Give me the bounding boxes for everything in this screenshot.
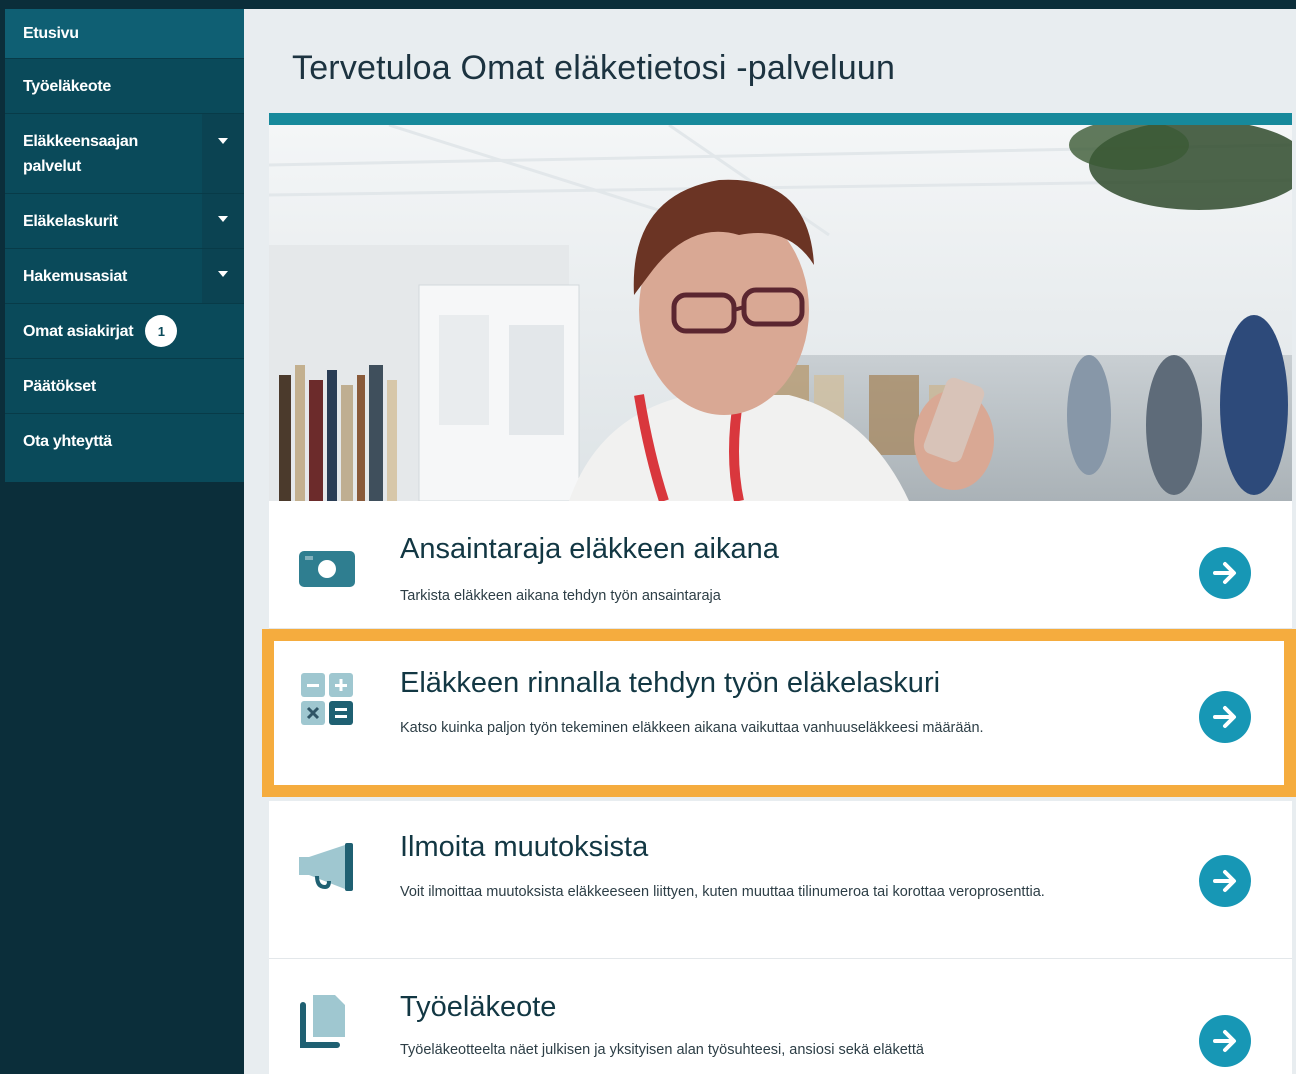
hero-image	[269, 125, 1292, 501]
card-elakelaskuri[interactable]: Eläkkeen rinnalla tehdyn työn eläkelasku…	[269, 629, 1292, 793]
arrow-right-icon[interactable]	[1199, 855, 1251, 907]
card-tyoelakeote[interactable]: Työeläkeote Työeläkeotteelta näet julkis…	[269, 959, 1292, 1074]
hero-accent-bar	[269, 113, 1292, 125]
card-ilmoita-muutoksista[interactable]: Ilmoita muutoksista Voit ilmoittaa muuto…	[269, 793, 1292, 959]
sidebar-item-tyoelakeote[interactable]: Työeläkeote	[5, 59, 244, 114]
notification-badge: 1	[145, 315, 178, 347]
sidebar-item-label: Etusivu	[23, 25, 79, 42]
arrow-right-icon[interactable]	[1199, 547, 1251, 599]
chevron-down-icon[interactable]	[202, 114, 244, 193]
card-title: Työeläkeote	[400, 991, 557, 1023]
sidebar-item-label: Eläkelaskurit	[23, 212, 118, 230]
sidebar-item-label: Ota yhteyttä	[23, 433, 112, 450]
chevron-down-icon[interactable]	[202, 249, 244, 303]
sidebar-item-label-line2: palvelut	[23, 157, 82, 175]
sidebar-item-elakkeensaajan-palvelut[interactable]: Eläkkeensaajan palvelut	[5, 114, 244, 194]
sidebar-item-elakelaskurit[interactable]: Eläkelaskurit	[5, 194, 244, 249]
card-description: Tarkista eläkkeen aikana tehdyn työn ans…	[400, 588, 721, 604]
sidebar-item-etusivu[interactable]: Etusivu	[5, 9, 244, 59]
money-icon	[297, 541, 357, 597]
sidebar-item-label: Päätökset	[23, 377, 96, 395]
chevron-down-icon[interactable]	[202, 194, 244, 248]
main-content: Tervetuloa Omat eläketietosi -palveluun	[244, 9, 1296, 1074]
sidebar-item-label: Omat asiakirjat	[23, 322, 134, 340]
sidebar-item-label-line1: Eläkkeensaajan	[23, 132, 138, 150]
card-ansaintaraja[interactable]: Ansaintaraja eläkkeen aikana Tarkista el…	[269, 501, 1292, 629]
card-title: Ansaintaraja eläkkeen aikana	[400, 533, 779, 565]
megaphone-icon	[297, 843, 357, 899]
service-cards: Ansaintaraja eläkkeen aikana Tarkista el…	[269, 501, 1292, 1074]
card-title: Ilmoita muutoksista	[400, 831, 649, 863]
arrow-right-icon[interactable]	[1199, 691, 1251, 743]
card-description: Katso kuinka paljon työn tekeminen eläkk…	[400, 720, 984, 736]
sidebar-item-hakemusasiat[interactable]: Hakemusasiat	[5, 249, 244, 304]
arrow-right-icon[interactable]	[1199, 1015, 1251, 1067]
sidebar-item-label: Eläkkeensaajan palvelut	[23, 129, 138, 179]
sidebar-item-ota-yhteytta[interactable]: Ota yhteyttä	[5, 414, 244, 469]
sidebar-item-label: Työeläkeote	[23, 77, 111, 95]
sidebar-item-label: Hakemusasiat	[23, 267, 128, 285]
documents-icon	[297, 993, 357, 1049]
sidebar-item-omat-asiakirjat[interactable]: Omat asiakirjat 1	[5, 304, 244, 359]
sidebar-nav: Etusivu Työeläkeote Eläkkeensaajan palve…	[5, 9, 244, 482]
card-description: Voit ilmoittaa muutoksista eläkkeeseen l…	[400, 884, 1045, 900]
sidebar-item-paatokset[interactable]: Päätökset	[5, 359, 244, 414]
card-title: Eläkkeen rinnalla tehdyn työn eläkelasku…	[400, 667, 941, 699]
card-description: Työeläkeotteelta näet julkisen ja yksity…	[400, 1042, 924, 1058]
calculator-icon	[297, 673, 357, 729]
page-title: Tervetuloa Omat eläketietosi -palveluun	[292, 49, 896, 87]
